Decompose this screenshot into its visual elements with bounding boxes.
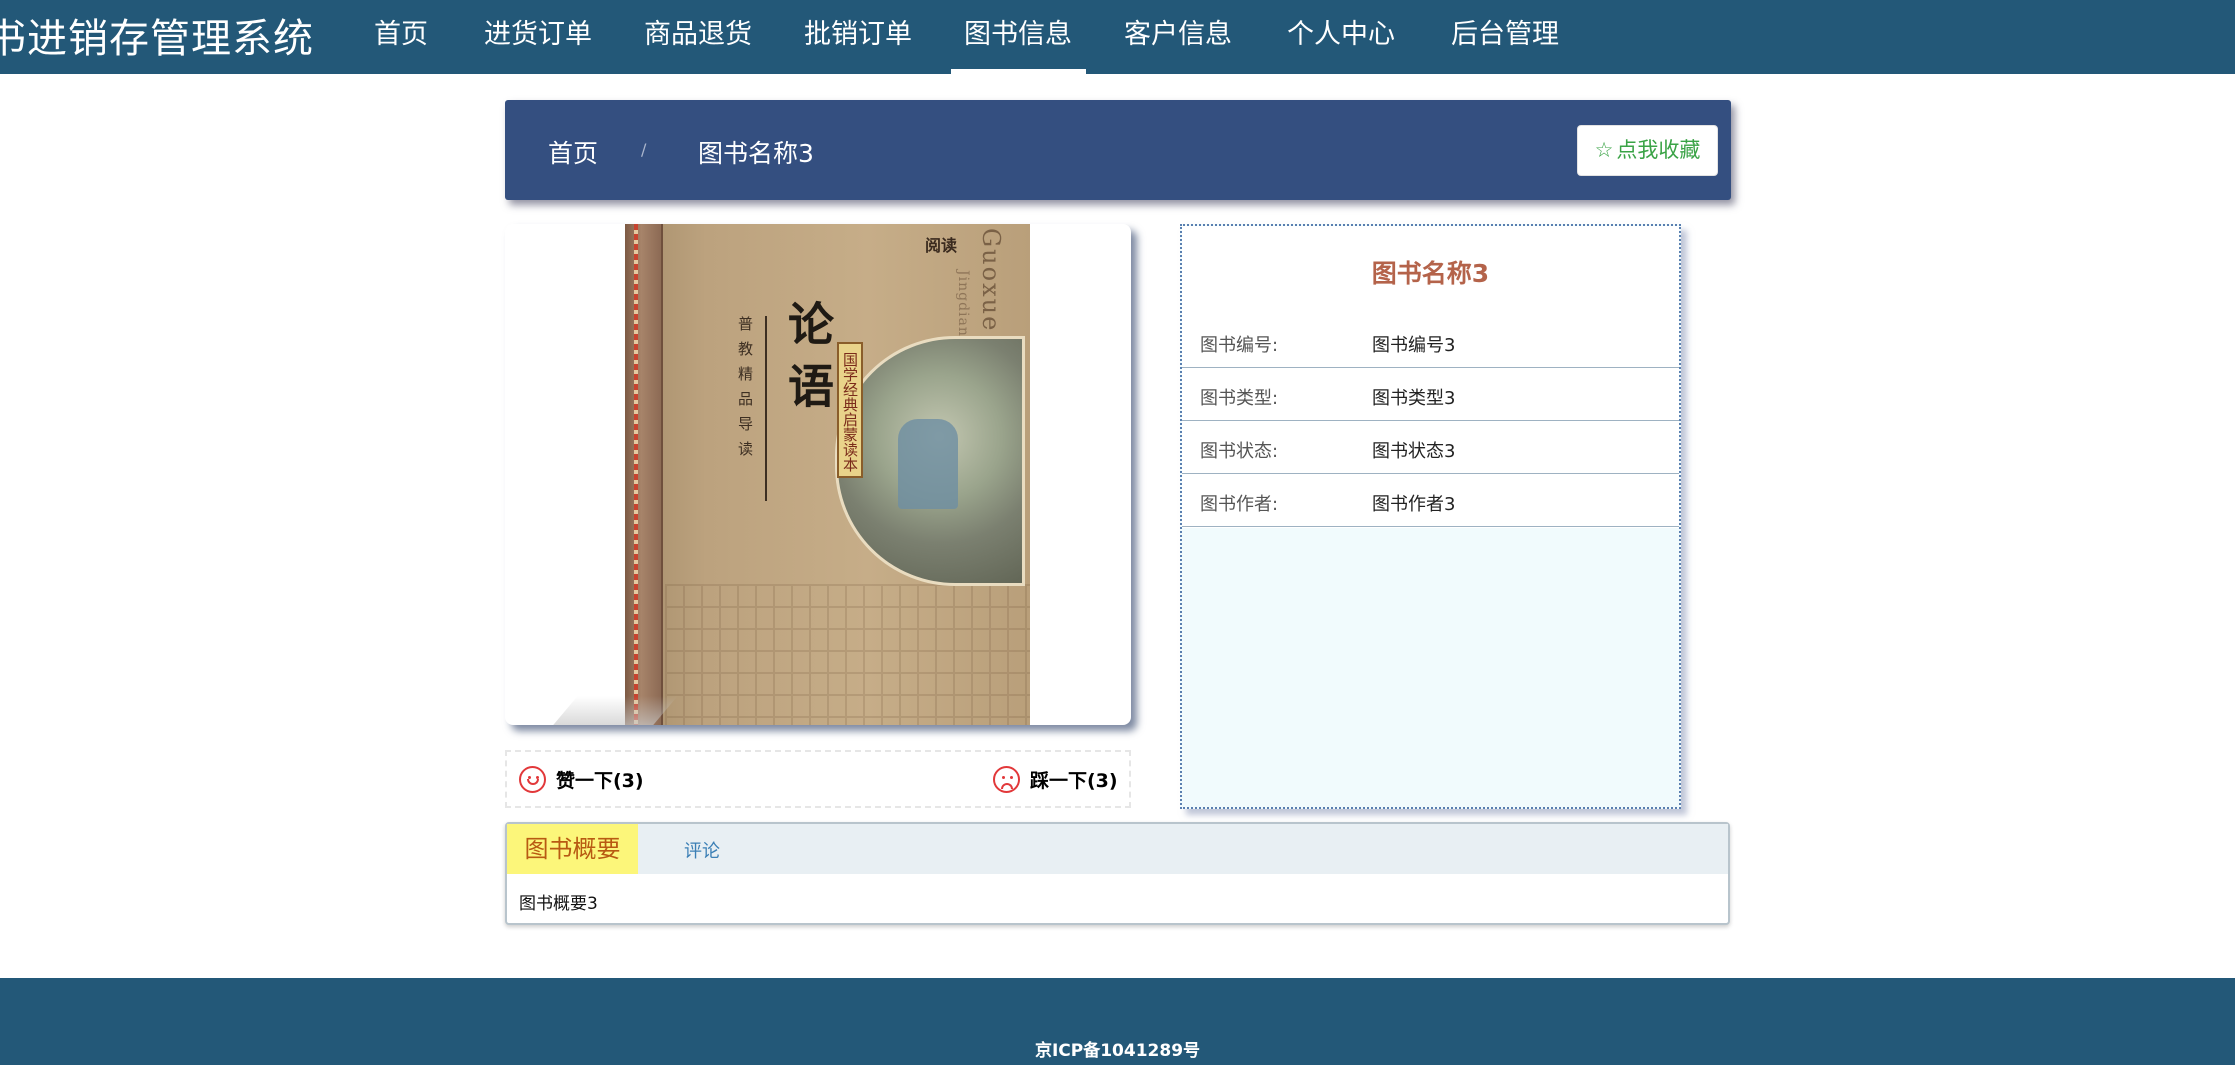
breadcrumb-home-link[interactable]: 首页	[548, 134, 598, 170]
tab-summary[interactable]: 图书概要	[507, 824, 638, 874]
nav-item-home[interactable]: 首页	[374, 12, 428, 51]
book-pattern	[665, 584, 1030, 725]
tab-comments[interactable]: 评论	[684, 837, 720, 863]
smile-face-icon	[519, 766, 546, 793]
like-button[interactable]: 赞一下(3)	[519, 766, 644, 796]
dislike-button[interactable]: 踩一下(3)	[993, 766, 1118, 796]
favorite-button[interactable]: ☆ 点我收藏	[1577, 125, 1718, 176]
like-label: 赞一下(3)	[556, 770, 644, 792]
footer-icp: 京ICP备1041289号	[1034, 1041, 1201, 1061]
book-rule	[765, 316, 767, 501]
footer: 京ICP备1041289号	[0, 978, 2235, 1065]
info-value: 图书类型3	[1372, 388, 1456, 409]
book-info-title: 图书名称3	[1371, 259, 1490, 288]
nav-item-wholesale-orders[interactable]: 批销订单	[804, 12, 912, 51]
info-value: 图书作者3	[1372, 494, 1456, 515]
info-label: 图书类型:	[1200, 388, 1279, 409]
book-cover-title: 论语	[781, 300, 835, 424]
nav-item-personal-center[interactable]: 个人中心	[1287, 12, 1395, 51]
breadcrumb: 首页 / 图书名称3 ☆ 点我收藏	[505, 100, 1731, 200]
nav-item-book-info[interactable]: 图书信息	[964, 12, 1072, 51]
book-series-badge: 国学经典启蒙读本	[837, 342, 863, 478]
info-value: 图书编号3	[1372, 335, 1456, 356]
nav-item-customer-info[interactable]: 客户信息	[1124, 12, 1232, 51]
book-illustration	[835, 336, 1025, 586]
vote-box: 赞一下(3) 踩一下(3)	[505, 750, 1131, 808]
book-cover-image: 普教精品导读 论语 国学经典启蒙读本 Guoxue Jingdian 阅读	[505, 224, 1131, 725]
breadcrumb-separator: /	[641, 140, 647, 159]
site-title: 书进销存管理系统	[0, 16, 314, 62]
book-side-text: 普教精品导读	[736, 316, 754, 466]
nav-item-returns[interactable]: 商品退货	[644, 12, 752, 51]
book-brand-logo: 阅读	[925, 236, 958, 255]
info-label: 图书编号:	[1200, 335, 1279, 356]
tab-strip: 图书概要 评论	[507, 824, 1728, 874]
info-row-status: 图书状态: 图书状态3	[1182, 421, 1679, 474]
info-label: 图书作者:	[1200, 494, 1279, 515]
tab-content: 图书概要3	[519, 894, 598, 914]
book-spine	[625, 224, 663, 725]
active-nav-indicator	[951, 69, 1086, 74]
star-outline-icon: ☆	[1594, 138, 1614, 162]
info-row-type: 图书类型: 图书类型3	[1182, 368, 1679, 421]
info-row-number: 图书编号: 图书编号3	[1182, 315, 1679, 368]
info-value: 图书状态3	[1372, 441, 1456, 462]
detail-tabs: 图书概要 评论 图书概要3	[505, 822, 1730, 925]
nav-item-purchase-orders[interactable]: 进货订单	[484, 12, 592, 51]
book-info-panel: 图书名称3 图书编号: 图书编号3 图书类型: 图书类型3 图书状态: 图书状态…	[1180, 224, 1681, 809]
book-english-subtitle: Jingdian	[955, 270, 971, 337]
favorite-button-label: 点我收藏	[1616, 138, 1701, 162]
sad-face-icon	[993, 766, 1020, 793]
breadcrumb-current: 图书名称3	[698, 139, 814, 168]
book-cover-art: 普教精品导读 论语 国学经典启蒙读本 Guoxue Jingdian 阅读	[625, 224, 1030, 725]
top-navbar: 书进销存管理系统 首页 进货订单 商品退货 批销订单 图书信息 客户信息 个人中…	[0, 0, 2235, 74]
nav-item-admin[interactable]: 后台管理	[1451, 12, 1559, 51]
dislike-label: 踩一下(3)	[1030, 770, 1118, 792]
info-label: 图书状态:	[1200, 441, 1279, 462]
info-row-author: 图书作者: 图书作者3	[1182, 474, 1679, 527]
book-english-title: Guoxue	[977, 228, 1005, 333]
